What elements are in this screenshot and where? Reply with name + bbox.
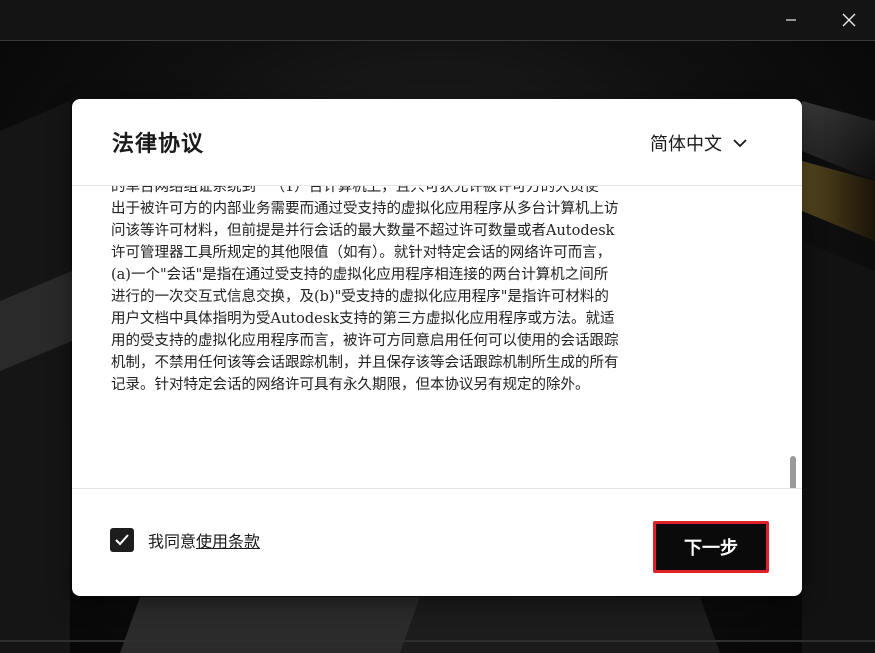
title-bar: [0, 0, 875, 41]
legal-agreement-dialog: 法律协议 简体中文 的单台网络组证系统到一（1）台计算机上，且只可获允许被许可方…: [72, 99, 802, 596]
minimize-button[interactable]: [768, 0, 814, 40]
checkmark-icon: [115, 534, 129, 546]
agree-label: 我同意 使用条款: [148, 528, 260, 552]
close-icon: [842, 13, 856, 27]
footer-divider: [72, 488, 802, 489]
legal-text: 的单台网络组证系统到一（1）台计算机上，且只可获允许被许可方的大员使 出于被许可…: [111, 186, 619, 393]
agree-prefix: 我同意: [148, 532, 197, 551]
terms-of-use-link[interactable]: 使用条款: [196, 528, 260, 552]
chevron-down-icon: [733, 139, 747, 148]
close-button[interactable]: [826, 0, 872, 40]
legal-text-scroll-area[interactable]: 的单台网络组证系统到一（1）台计算机上，且只可获允许被许可方的大员使 出于被许可…: [72, 186, 802, 488]
next-button[interactable]: 下一步: [653, 521, 769, 573]
language-select[interactable]: 简体中文: [650, 129, 748, 157]
minimize-icon: [786, 19, 796, 21]
agree-checkbox[interactable]: [110, 528, 134, 552]
scrollbar-thumb[interactable]: [790, 456, 796, 488]
language-selected: 简体中文: [650, 134, 722, 155]
dialog-title: 法律协议: [112, 132, 205, 157]
